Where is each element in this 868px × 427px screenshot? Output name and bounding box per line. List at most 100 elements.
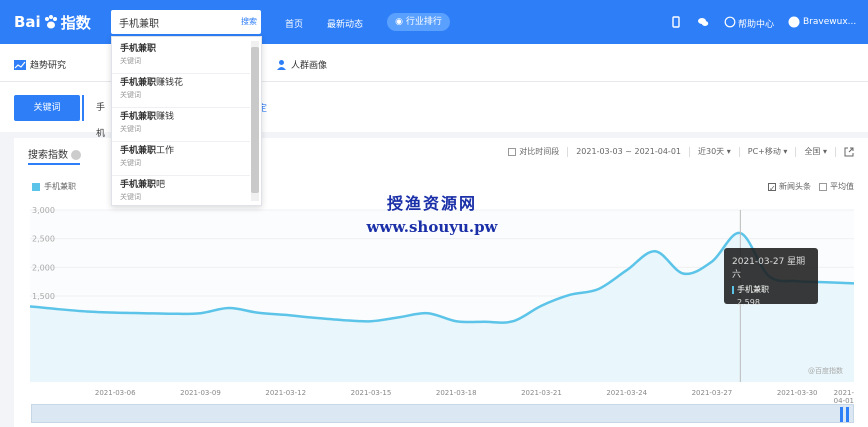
chart-watermark: @百度指数 <box>808 367 843 375</box>
compare-period-label: 对比时间段 <box>519 147 560 156</box>
x-tick-label: 2021-03-21 <box>521 389 562 397</box>
x-tick-label: 2021-03-24 <box>606 389 648 397</box>
suggestion-match: 手机兼职 <box>120 146 157 156</box>
suggestion-type: 关键词 <box>120 91 141 99</box>
y-tick-label: 1,500 <box>32 292 55 301</box>
tooltip-series: 手机兼职 <box>732 284 810 295</box>
region-select[interactable]: 全国 ▾ <box>804 146 827 157</box>
mobile-icon[interactable] <box>670 16 682 28</box>
industry-ranking-button[interactable]: ◉ 行业排行 <box>387 13 450 31</box>
keyword-button[interactable]: 关键词 <box>14 95 80 121</box>
region-select-value: 全国 <box>804 147 821 156</box>
export-icon[interactable] <box>844 147 854 157</box>
x-tick-label: 2021-03-06 <box>94 389 136 397</box>
tab-trend-research-label: 趋势研究 <box>30 61 67 71</box>
suggestion-text: 手机兼职赚钱花 <box>120 75 250 88</box>
panel-controls: 对比时间段 2021-03-03 ~ 2021-04-01 近30天 ▾ PC+… <box>508 146 854 157</box>
user-name[interactable]: Bravewux... <box>803 17 856 27</box>
news-headline-checkbox[interactable]: ✓ <box>768 182 776 193</box>
panel-title: 搜索指数 <box>28 146 81 161</box>
tab-crowd-profile[interactable]: 人群画像 <box>276 58 327 71</box>
logo-suffix: 指数 <box>60 13 91 32</box>
people-icon <box>277 60 286 70</box>
suggestion-item[interactable]: 手机兼职吧关键词 <box>120 177 250 202</box>
search-button[interactable]: 搜索 <box>241 16 257 27</box>
industry-ranking-label: 行业排行 <box>405 17 442 27</box>
nav-home[interactable]: 首页 <box>285 17 303 30</box>
divider <box>835 146 836 157</box>
suggestion-rest: 赚钱 <box>156 112 175 122</box>
device-select[interactable]: PC+移动 ▾ <box>748 146 788 157</box>
search-box: 搜索 <box>111 10 261 34</box>
dropdown-scrollbar-thumb[interactable] <box>251 47 259 193</box>
compare-period-toggle[interactable]: 对比时间段 <box>508 146 559 157</box>
watermark-line2: www.shouyu.pw <box>366 218 498 236</box>
x-tick-label: 2021-03-09 <box>180 389 221 397</box>
watermark-line1: 授渔资源网 <box>386 194 477 213</box>
date-range-picker[interactable]: 2021-03-03 ~ 2021-04-01 <box>576 147 681 156</box>
tab-crowd-profile-label: 人群画像 <box>291 61 328 71</box>
suggestion-text: 手机兼职赚钱 <box>120 109 250 122</box>
search-input[interactable] <box>111 10 235 34</box>
range-handle-right[interactable] <box>846 407 849 422</box>
suggestion-rest: 吧 <box>156 180 166 190</box>
tooltip-date: 2021-03-27 星期六 <box>732 257 806 280</box>
divider <box>738 146 740 157</box>
period-select[interactable]: 近30天 ▾ <box>698 146 731 157</box>
suggestion-rest: 赚钱花 <box>156 78 184 88</box>
x-tick-label: 2021-03-18 <box>435 389 477 397</box>
tab-trend-research[interactable]: 趋势研究 <box>14 58 66 71</box>
suggestion-divider <box>112 73 250 74</box>
legend-swatch <box>32 182 40 191</box>
suggestion-item[interactable]: 手机兼职赚钱关键词 <box>120 109 250 134</box>
x-tick-label: 2021-03-30 <box>776 389 818 397</box>
average-checkbox[interactable] <box>819 182 827 191</box>
y-tick-label: 2,000 <box>32 263 55 272</box>
search-suggestions: 手机兼职 关键词 手机兼职赚钱花 关键词 手机兼职赚钱 关键词 手机兼职工作 关键词 手机兼职吧… <box>111 36 262 206</box>
range-handle-left[interactable] <box>840 407 843 422</box>
tooltip-swatch <box>732 285 734 294</box>
chart-tooltip: 2021-03-27 星期六 手机兼职 2,598 <box>724 248 818 307</box>
compare-checkbox[interactable] <box>508 147 517 156</box>
suggestion-match: 手机兼职 <box>120 112 157 122</box>
suggestion-type: 关键词 <box>120 193 141 201</box>
device-select-value: PC+移动 <box>747 147 781 156</box>
divider <box>567 146 569 157</box>
suggestion-divider <box>112 107 250 108</box>
chat-icon[interactable] <box>697 16 709 28</box>
site-watermark: 授渔资源网 www.shouyu.pw <box>347 190 517 236</box>
suggestion-divider <box>112 175 250 176</box>
news-headline-label: 新闻头条 <box>779 182 811 191</box>
suggestion-item[interactable]: 手机兼职赚钱花关键词 <box>120 75 250 100</box>
range-slider[interactable] <box>31 404 854 423</box>
info-icon[interactable] <box>71 150 81 160</box>
logo-text: Bai <box>14 13 41 31</box>
suggestion-text: 手机兼职 <box>120 41 250 54</box>
x-tick-label: 2021-04-01 <box>833 389 854 405</box>
x-axis-labels: 2021-03-06 2021-03-09 2021-03-12 2021-03-15… <box>0 389 868 405</box>
help-center-link[interactable]: 帮助中心 <box>738 17 774 30</box>
suggestion-match: 手机兼职 <box>120 44 157 54</box>
chart-icon <box>14 59 26 70</box>
suggestion-rest: 工作 <box>156 146 175 156</box>
title-underline <box>28 163 80 165</box>
chart-legend[interactable]: 手机兼职 <box>32 181 76 192</box>
x-tick-label: 2021-03-12 <box>265 389 307 397</box>
average-option[interactable]: 平均值 <box>819 181 854 192</box>
divider <box>689 146 690 157</box>
nav-latest[interactable]: 最新动态 <box>327 17 363 30</box>
help-icon[interactable] <box>724 16 736 28</box>
suggestion-item[interactable]: 手机兼职 关键词 <box>120 41 250 66</box>
news-headline-option[interactable]: ✓ 新闻头条 <box>768 181 811 193</box>
suggestion-match: 手机兼职 <box>120 180 157 190</box>
suggestion-type: 关键词 <box>120 159 141 167</box>
suggestion-item[interactable]: 手机兼职工作关键词 <box>120 143 250 168</box>
keyword-tag[interactable]: 手机 <box>82 95 112 139</box>
suggestion-divider <box>112 141 250 142</box>
suggestion-type: 关键词 <box>120 125 141 133</box>
divider <box>795 146 797 157</box>
baidu-index-logo[interactable]: Bai 指数 <box>14 10 91 34</box>
legend-label: 手机兼职 <box>44 182 76 191</box>
paw-icon <box>44 15 57 29</box>
user-avatar-icon[interactable] <box>788 16 800 28</box>
